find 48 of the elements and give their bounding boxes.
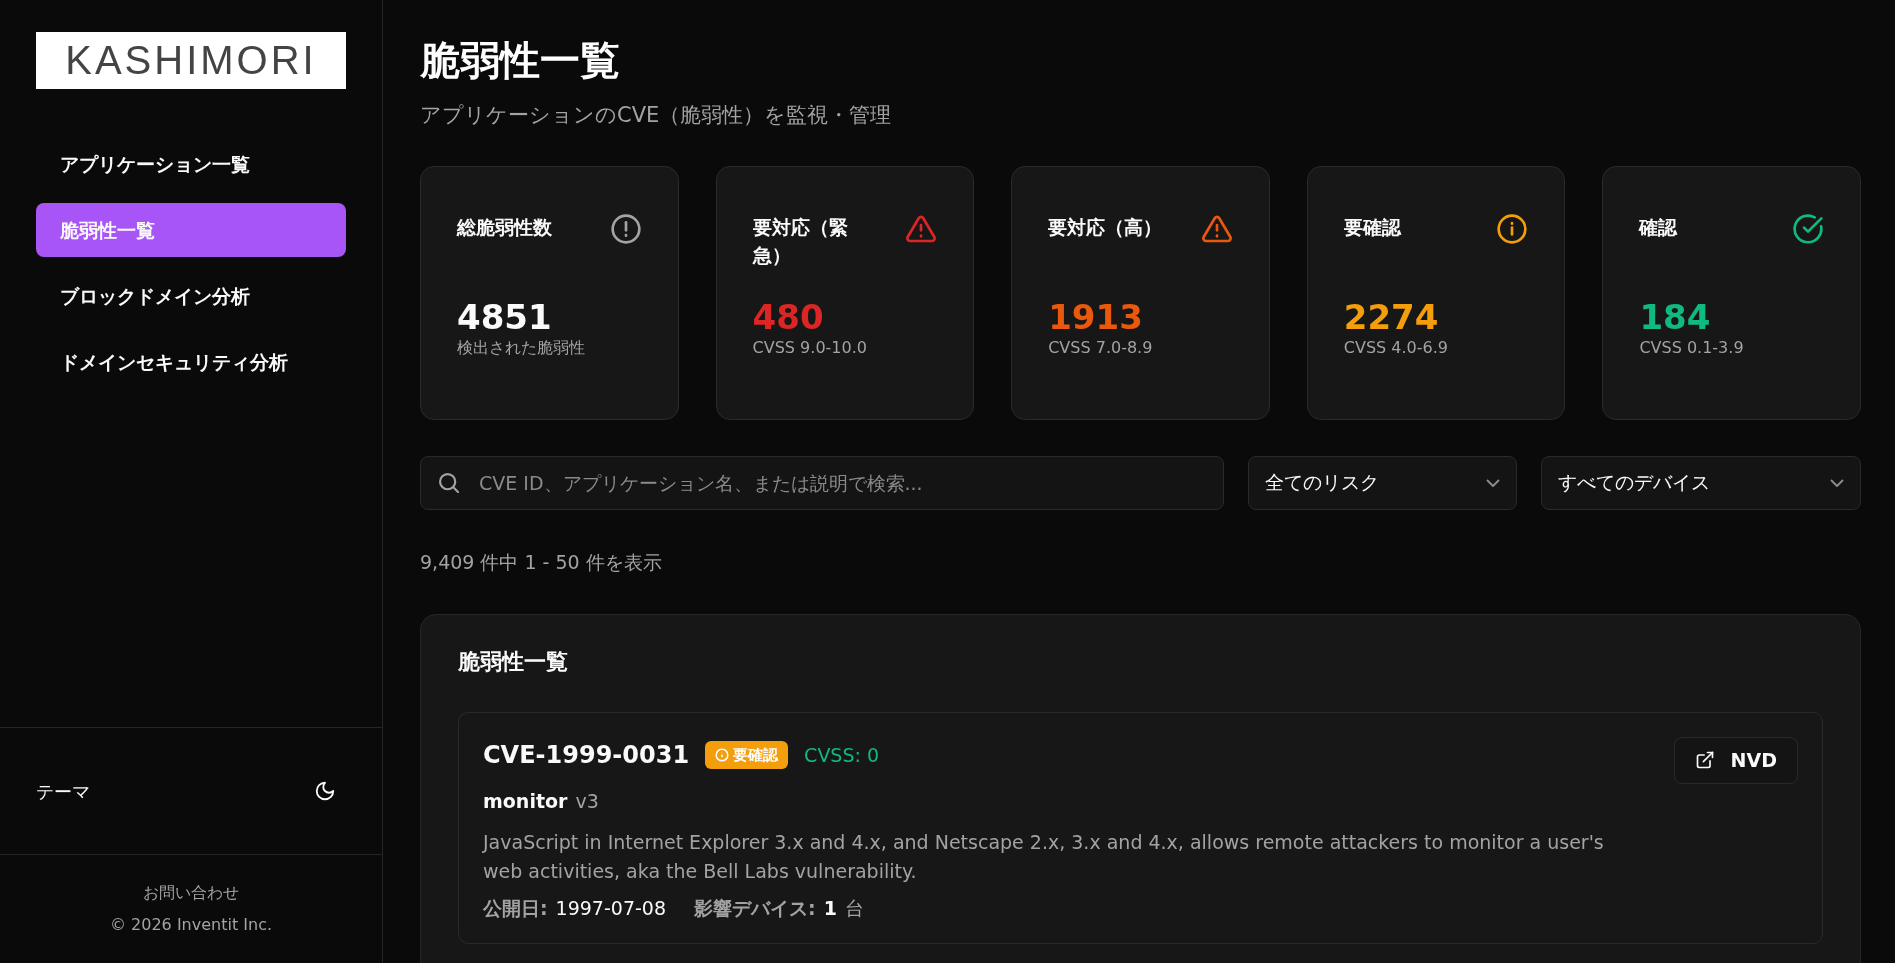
published-date: 1997-07-08 bbox=[555, 896, 667, 922]
page-subtitle: アプリケーションのCVE（脆弱性）を監視・管理 bbox=[420, 102, 893, 129]
stat-value: 480 bbox=[752, 298, 825, 336]
chevron-icon bbox=[1830, 478, 1844, 487]
vulnerability-description: JavaScript in Internet Explorer 3.x and 4.x, and Netscape 2.x, 3.x and 4.x, allows remote attackers to monitor a user's web activities, aka the Bell Labs vulnerability. bbox=[483, 829, 1605, 884]
search-icon bbox=[439, 472, 459, 493]
panel-title: 脆弱性一覧 bbox=[458, 648, 569, 676]
result-count: 9,409 件中 1 - 50 件を表示 bbox=[420, 549, 663, 575]
nav-item[interactable]: ドメインセキュリティ分析 bbox=[36, 335, 346, 389]
device-dropdown[interactable]: すべてのデバイス bbox=[1541, 455, 1861, 510]
stat-caption: CVSS 7.0-8.9 bbox=[1048, 336, 1154, 359]
contact-link[interactable]: お問い合わせ bbox=[143, 883, 239, 902]
logo[interactable]: KASHIMORI bbox=[36, 32, 346, 89]
nav-item[interactable]: 脆弱性一覧 bbox=[36, 203, 346, 257]
stat-title: 確認 bbox=[1639, 214, 1678, 240]
app-name: monitor bbox=[483, 789, 568, 814]
stat-title: 要確認 bbox=[1343, 214, 1401, 240]
moon-icon[interactable] bbox=[314, 780, 336, 802]
nav-item[interactable]: アプリケーション一覧 bbox=[36, 137, 346, 191]
nvd-button[interactable]: NVD bbox=[1673, 737, 1798, 784]
stat-value: 2274 bbox=[1343, 298, 1440, 336]
stat-caption: 検出された脆弱性 bbox=[457, 336, 586, 359]
external-link-icon bbox=[1694, 750, 1715, 771]
page-title: 脆弱性一覧 bbox=[420, 36, 621, 84]
stat-value: 184 bbox=[1639, 298, 1712, 336]
nav-item[interactable]: ブロックドメイン分析 bbox=[36, 269, 346, 323]
cve-id: CVE-1999-0031 bbox=[483, 740, 690, 771]
published-label: 公開日: bbox=[483, 896, 548, 922]
stat-title: 総脆弱性数 bbox=[457, 214, 552, 240]
devices-count: 1 bbox=[823, 896, 837, 922]
search-field[interactable]: CVE ID、アプリケーション名、または説明で検索... bbox=[420, 455, 1224, 510]
chevron-icon bbox=[1486, 478, 1500, 487]
info-icon bbox=[715, 748, 730, 762]
cvss-score: CVSS: 0 bbox=[804, 742, 880, 768]
devices-label: 影響デバイス: bbox=[694, 896, 816, 922]
stat-caption: CVSS 4.0-6.9 bbox=[1343, 336, 1449, 359]
stat-value: 4851 bbox=[457, 298, 553, 336]
stat-value: 1913 bbox=[1048, 298, 1144, 336]
theme-label: テーマ bbox=[36, 779, 90, 804]
copyright-text: © 2026 Inventit Inc. bbox=[109, 914, 273, 936]
stat-caption: CVSS 9.0-10.0 bbox=[752, 336, 868, 359]
app-version: v3 bbox=[575, 789, 599, 814]
risk-badge: 要確認 bbox=[705, 740, 789, 770]
risk-dropdown[interactable]: 全てのリスク bbox=[1248, 455, 1517, 510]
stat-title: 要対応（高） bbox=[1048, 214, 1163, 240]
stat-caption: CVSS 0.1-3.9 bbox=[1639, 336, 1745, 359]
devices-unit: 台 bbox=[844, 896, 864, 922]
stat-title: 要対応（緊急） bbox=[752, 214, 849, 268]
